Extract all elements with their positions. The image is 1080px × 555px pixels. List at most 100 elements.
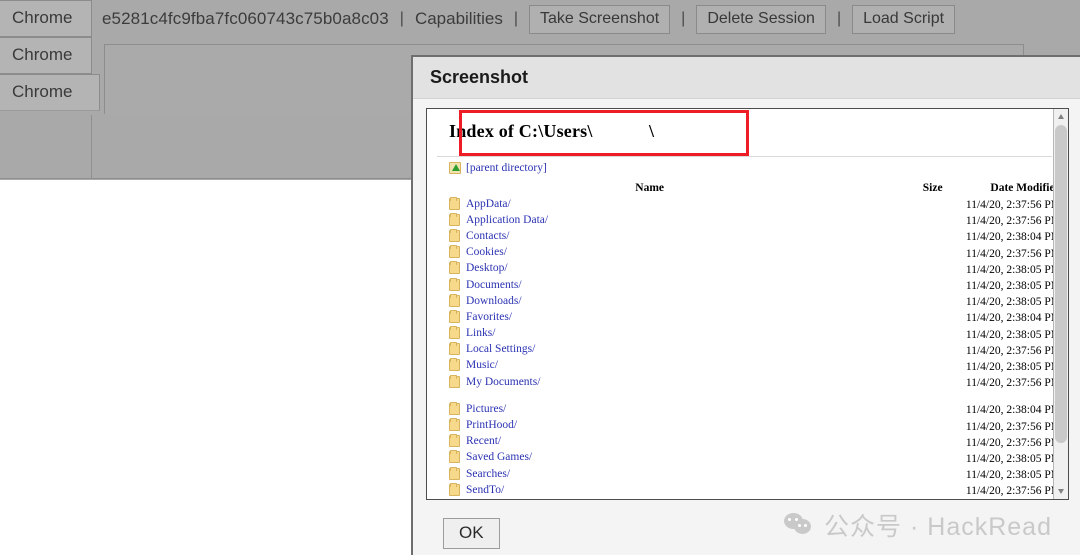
table-row[interactable]: My Documents/11/4/20, 2:37:56 PM [449,374,1061,391]
entry-link[interactable]: AppData/ [466,198,511,210]
entry-link[interactable]: SendTo/ [466,484,504,496]
cell-size [850,262,942,278]
cell-name: Favorites/ [449,309,850,326]
table-row[interactable]: Saved Games/11/4/20, 2:38:05 PM [449,450,1061,467]
capabilities-link[interactable]: Capabilities [415,9,503,29]
cell-name: PrintHood/ [449,418,850,434]
entry-link[interactable]: Links/ [466,327,495,339]
entry-link[interactable]: Documents/ [466,279,522,291]
scrollbar-thumb[interactable] [1055,125,1067,443]
cell-name: AppData/ [449,196,850,213]
scroll-down-arrow-icon[interactable] [1054,484,1068,499]
cell-date-modified: 11/4/20, 2:38:05 PM [965,328,1061,341]
cell-size [850,343,942,359]
delete-session-button[interactable]: Delete Session [696,4,826,34]
folder-icon [449,261,460,275]
table-row[interactable]: PrintHood/11/4/20, 2:37:56 PM [449,418,1061,434]
folder-icon [449,228,460,242]
cell-date-modified: 11/4/20, 2:37:56 PM [965,485,1061,498]
sidebar-item-chrome-1[interactable]: Chrome [0,0,92,37]
entry-link[interactable]: Application Data/ [466,214,548,226]
table-row[interactable]: Music/11/4/20, 2:38:05 PM [449,358,1061,375]
table-row[interactable]: Documents/11/4/20, 2:38:05 PM [449,277,1061,294]
cell-name: Start Menu/ [450,498,457,499]
cell-date-modified: 11/4/20, 2:37:56 PM [965,344,1061,357]
directory-index: Index of C:\Users\ \ [parent directory] [427,109,1061,499]
table-header-row: Name Size Date Modified [449,176,1061,197]
ok-button[interactable]: OK [443,518,500,549]
table-row[interactable]: Favorites/11/4/20, 2:38:04 PM [449,309,1061,326]
sidebar-item-chrome-2[interactable]: Chrome [0,37,92,74]
table-row[interactable]: Application Data/11/4/20, 2:37:56 PM [449,212,1061,229]
table-row[interactable]: AppData/11/4/20, 2:37:56 PM [449,196,1061,213]
entry-link[interactable]: Pictures/ [466,403,506,415]
table-row[interactable]: Links/11/4/20, 2:38:05 PM [449,326,1061,343]
folder-icon [449,196,460,210]
cell-size [850,467,942,483]
directory-heading-row: Index of C:\Users\ \ [437,109,1054,156]
entry-link[interactable]: Contacts/ [466,230,509,242]
folder-icon [449,418,460,432]
folder-icon [449,309,460,323]
entry-link[interactable]: Saved Games/ [466,451,532,463]
table-row[interactable]: Downloads/11/4/20, 2:38:05 PM [449,293,1061,310]
entry-link[interactable]: My Documents/ [466,376,540,388]
entry-link[interactable]: Downloads/ [466,295,522,307]
cell-name: Documents/ [449,277,850,294]
cell-name: My Documents/ [449,374,850,391]
cell-size [850,402,942,418]
parent-directory-row[interactable]: [parent directory] [437,157,1054,176]
column-header-date-modified[interactable]: Date Modified [943,176,1061,197]
session-id: e5281c4fc9fba7fc060743c75b0a8c03 [102,9,389,28]
parent-directory-link[interactable]: [parent directory] [466,162,547,174]
take-screenshot-button[interactable]: Take Screenshot [528,4,671,34]
cell-name: Pictures/ [449,401,850,418]
cell-size [850,197,942,213]
cell-name: Saved Games/ [449,450,850,467]
table-header: Name Size Date Modified [449,176,1061,197]
entry-link[interactable]: PrintHood/ [466,419,517,431]
app-root: Chrome Chrome Chrome e5281c4fc9fba7fc060… [0,0,1080,555]
entry-link[interactable]: Cookies/ [466,246,507,258]
cell-name: Desktop/ [449,261,850,278]
table-row[interactable]: Cookies/11/4/20, 2:37:56 PM [449,245,1061,262]
folder-icon [449,466,460,480]
session-toolbar: e5281c4fc9fba7fc060743c75b0a8c03 | Capab… [92,0,1080,38]
table-row[interactable]: Contacts/11/4/20, 2:38:04 PM [449,228,1061,245]
sidebar-item-label: Chrome [12,8,73,27]
table-row[interactable]: Local Settings/11/4/20, 2:37:56 PM [449,342,1061,359]
cell-name: Music/ [449,358,850,375]
cell-size [850,483,942,499]
entry-link[interactable]: Favorites/ [466,311,512,323]
scroll-up-arrow-icon[interactable] [1054,109,1068,124]
entry-link[interactable]: Desktop/ [466,262,508,274]
cell-date-modified: 11/4/20, 2:38:05 PM [965,280,1061,293]
entry: Pictures/ [449,401,506,415]
entry-link[interactable]: Searches/ [466,468,510,480]
entry-link[interactable]: Recent/ [466,435,501,447]
folder-icon [449,326,460,340]
table-row[interactable]: Desktop/11/4/20, 2:38:05 PM [449,261,1061,278]
background-white-strip [0,180,411,555]
table-row[interactable]: Start Menu/11/4/20, 2:37:56 PM [450,498,457,499]
cell-date-modified: 11/4/20, 2:38:05 PM [965,263,1061,276]
entry-link[interactable]: Music/ [466,359,498,371]
table-row[interactable]: SendTo/11/4/20, 2:37:56 PM [449,482,1061,499]
cell-name: Cookies/ [449,245,850,262]
cell-date-modified: 11/4/20, 2:37:56 PM [965,247,1061,260]
column-header-name[interactable]: Name [449,176,850,197]
table-row[interactable]: Searches/11/4/20, 2:38:05 PM [449,466,1061,483]
load-script-button[interactable]: Load Script [852,4,956,34]
sidebar-item-chrome-3[interactable]: Chrome [0,74,100,111]
column-header-size[interactable]: Size [850,176,943,197]
entry: Saved Games/ [449,450,532,464]
cell-date-modified: 11/4/20, 2:38:04 PM [965,312,1061,325]
dialog-body: Index of C:\Users\ \ [parent directory] [413,99,1080,555]
entry-link[interactable]: Local Settings/ [466,343,535,355]
table-row[interactable]: Recent/11/4/20, 2:37:56 PM [449,434,1061,451]
screenshot-scrollbar[interactable] [1053,109,1068,499]
table-row[interactable]: Pictures/11/4/20, 2:38:04 PM [449,401,1061,418]
cell-size [850,359,942,375]
cell-name: Local Settings/ [449,342,850,359]
entry: My Documents/ [449,374,540,388]
